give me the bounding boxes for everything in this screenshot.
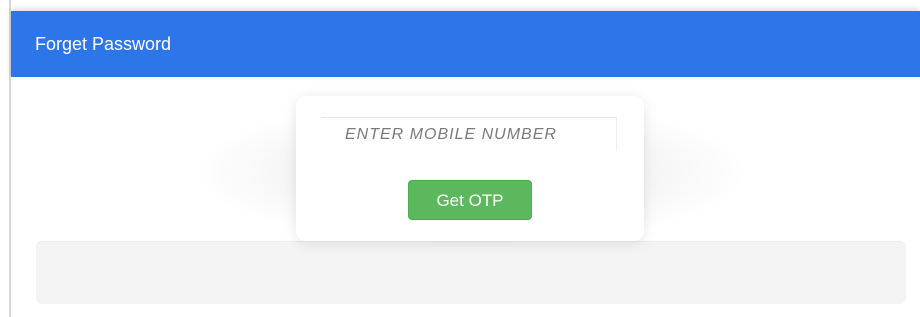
content-area: Get OTP (11, 77, 920, 317)
header-bar: Forget Password (11, 11, 920, 77)
get-otp-button[interactable]: Get OTP (408, 180, 532, 220)
forget-password-window: Forget Password Get OTP (0, 0, 920, 317)
mobile-number-input[interactable] (321, 117, 617, 151)
footer-panel (36, 241, 906, 304)
otp-form-card: Get OTP (296, 96, 644, 241)
page-title: Forget Password (35, 34, 172, 54)
